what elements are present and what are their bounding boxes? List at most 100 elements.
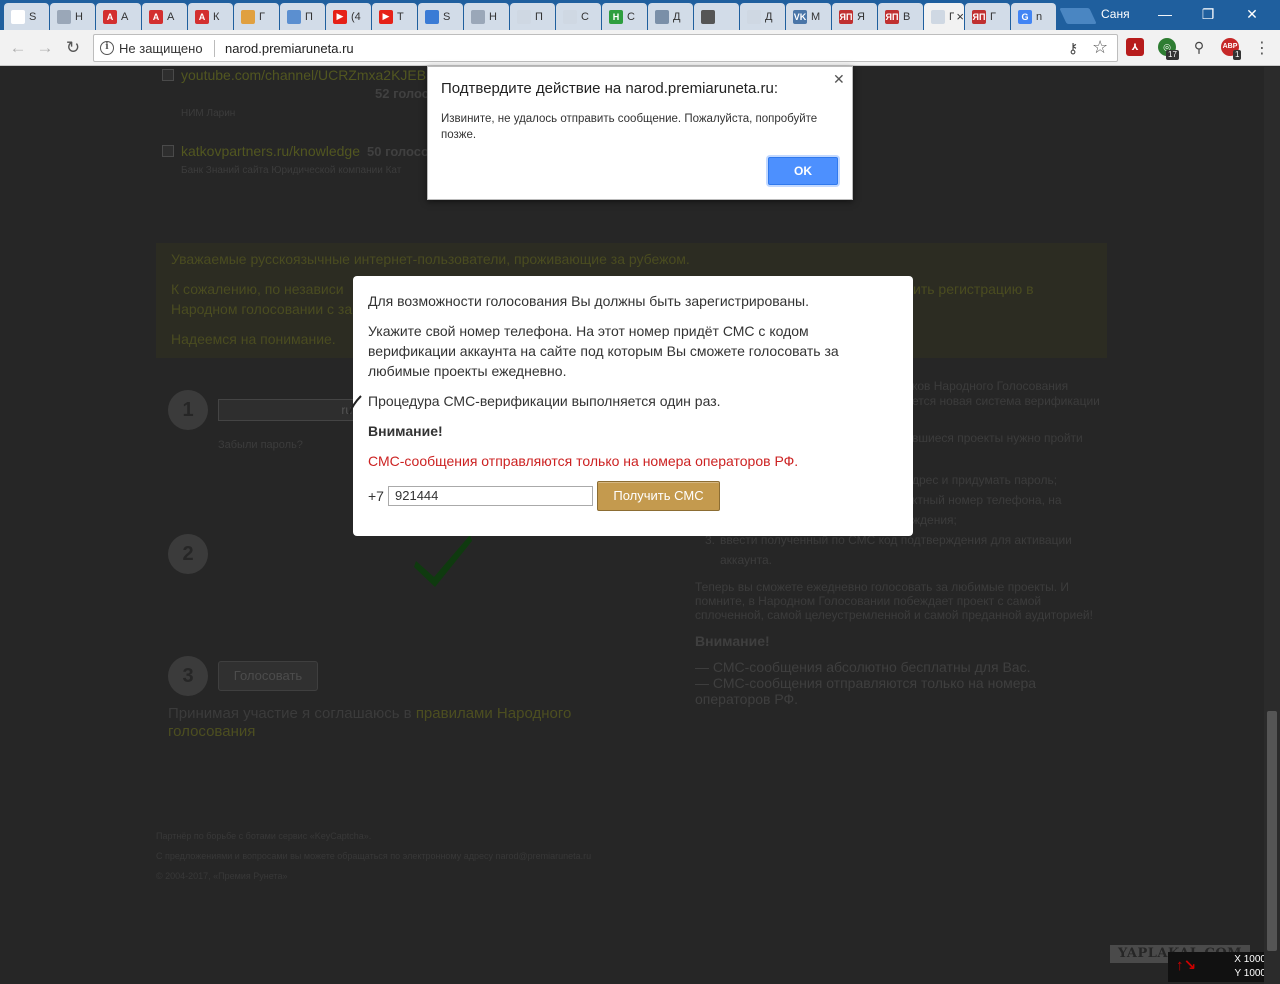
browser-tab[interactable]: VK М: [786, 3, 831, 30]
minimize-icon[interactable]: —: [1145, 3, 1185, 25]
tab-strip: S Н A А A А A К Г П ▶ (4 ▶ Т S Н П С Н С Д Д VK М ЯП Я ЯП В П × ЯП Г Gn …: [0, 0, 1280, 30]
forgot-password-link[interactable]: Забыли пароль?: [218, 439, 303, 451]
site-icon: [655, 9, 669, 24]
doc-icon: [11, 9, 25, 24]
project-desc: НИМ Ларин: [181, 108, 236, 119]
modal-instructions: Укажите свой номер телефона. На этот ном…: [368, 323, 839, 379]
adblock-badge: 1: [1233, 50, 1242, 60]
pin-extension-icon[interactable]: ⚲: [1190, 38, 1208, 56]
info-text: сплоченной, самой целеустремленной и сам…: [695, 608, 1093, 622]
tab-title: Г: [990, 10, 996, 23]
info-text: вшиеся проекты нужно пройти: [912, 431, 1083, 445]
security-label[interactable]: Не защищено: [119, 41, 203, 56]
address-bar[interactable]: i Не защищено narod.premiaruneta.ru ⚷ ☆: [93, 34, 1118, 62]
tab-title: С: [581, 10, 589, 23]
key-icon[interactable]: ⚷: [1068, 40, 1078, 57]
cursor-icon: ↑↘: [1176, 957, 1197, 974]
tab-title: А: [167, 10, 175, 23]
info-icon[interactable]: i: [100, 41, 114, 55]
url-text[interactable]: narod.premiaruneta.ru: [225, 41, 354, 56]
browser-tab[interactable]: AА: [142, 3, 187, 30]
project-votes: 50 голосо: [367, 144, 429, 159]
scroll-thumb[interactable]: [1267, 711, 1277, 951]
site-icon: ЯП: [972, 9, 986, 24]
back-icon[interactable]: ←: [6, 36, 30, 60]
info-text: аккаунта.: [720, 553, 772, 567]
vote-button[interactable]: Голосовать: [218, 661, 318, 691]
browser-tab[interactable]: ЯП В: [878, 3, 923, 30]
info-text: — СМС-сообщения абсолютно бесплатны для …: [695, 659, 1031, 675]
browser-tab[interactable]: НС: [602, 3, 647, 30]
youtube-icon: ▶: [379, 9, 393, 24]
browser-tab[interactable]: Д: [740, 3, 785, 30]
browser-tab[interactable]: Н: [50, 3, 95, 30]
login-input[interactable]: ru: [218, 399, 358, 421]
get-sms-button[interactable]: Получить СМС: [597, 481, 720, 511]
dialog-title: Подтвердите действие на narod.premiarune…: [441, 80, 778, 97]
browser-tab[interactable]: ▶ (4: [326, 3, 371, 30]
browser-tab[interactable]: П ×: [924, 3, 964, 30]
browser-tab[interactable]: S: [4, 3, 49, 30]
reload-icon[interactable]: ↻: [61, 36, 85, 60]
browser-tab[interactable]: Gn: [1011, 3, 1056, 30]
page-scrollbar[interactable]: [1264, 67, 1280, 984]
y-coordinate: Y 1000: [1234, 968, 1264, 979]
acrobat-icon: A: [195, 9, 209, 24]
extension-badge: 17: [1166, 50, 1179, 60]
profile-name[interactable]: Саня: [1101, 7, 1130, 21]
site-icon: [287, 9, 301, 24]
browser-toolbar: ← → ↻ i Не защищено narod.premiaruneta.r…: [0, 30, 1280, 66]
google-icon: G: [1018, 9, 1032, 24]
project-link[interactable]: youtube.com/channel/UCRZmxa2KJEB: [181, 67, 426, 83]
attention-heading: Внимание!: [695, 633, 770, 649]
site-icon: ЯП: [839, 9, 853, 24]
phone-input[interactable]: 921444: [388, 486, 593, 506]
ok-button[interactable]: OK: [768, 157, 838, 185]
acrobat-extension-icon[interactable]: ⅄: [1126, 38, 1144, 56]
tab-close-icon[interactable]: ×: [956, 9, 964, 24]
coordinate-readout: ↑↘ X 1000 Y 1000: [1168, 952, 1264, 982]
new-tab-button[interactable]: [1059, 8, 1097, 24]
tab-title: Д: [765, 10, 773, 23]
tab-title: S: [29, 10, 37, 23]
project-checkbox[interactable]: [162, 69, 174, 81]
info-text: дрес и придумать пароль;: [912, 473, 1058, 487]
browser-tab[interactable]: ЯП Я: [832, 3, 877, 30]
modal-attention: Внимание!: [368, 423, 443, 439]
bookmark-star-icon[interactable]: ☆: [1092, 37, 1108, 58]
browser-tab[interactable]: Г: [234, 3, 279, 30]
browser-tab[interactable]: С: [556, 3, 601, 30]
browser-tab[interactable]: ЯП Г: [965, 3, 1010, 30]
info-text: помните, в Народном Голосовании побеждае…: [695, 594, 1042, 608]
step-1-badge: 1: [168, 390, 208, 430]
browser-tab[interactable]: П: [280, 3, 325, 30]
browser-tab[interactable]: S: [418, 3, 463, 30]
browser-tab[interactable]: AК: [188, 3, 233, 30]
tab-title: Н: [489, 10, 497, 23]
close-icon[interactable]: ✕: [833, 71, 845, 88]
address-separator: [214, 40, 215, 57]
info-text: ктный номер телефона, на: [912, 493, 1062, 507]
doc-icon: [931, 9, 945, 24]
browser-tab[interactable]: AА: [96, 3, 141, 30]
tab-title: П: [949, 10, 955, 23]
acrobat-icon: A: [103, 9, 117, 24]
modal-once-note: Процедура СМС-верификации выполняется од…: [368, 393, 721, 409]
forward-icon[interactable]: →: [33, 36, 57, 60]
browser-tab[interactable]: Д: [648, 3, 693, 30]
browser-menu-icon[interactable]: ⋮: [1254, 38, 1270, 58]
browser-tab[interactable]: ▶ Т: [372, 3, 417, 30]
tab-title: n: [1036, 10, 1043, 23]
browser-tab[interactable]: П: [510, 3, 555, 30]
project-checkbox[interactable]: [162, 145, 174, 157]
restore-icon[interactable]: ❐: [1188, 3, 1228, 25]
dialog-message: Извините, не удалось отправить сообщение…: [441, 113, 818, 141]
browser-tab[interactable]: Н: [464, 3, 509, 30]
tab-title: Н: [75, 10, 83, 23]
tab-title: П: [305, 10, 313, 23]
window-close-icon[interactable]: ✕: [1232, 3, 1272, 25]
tab-title: S: [443, 10, 451, 23]
check-icon: [414, 535, 472, 587]
browser-tab[interactable]: [694, 3, 739, 30]
project-link[interactable]: katkovpartners.ru/knowledge: [181, 143, 360, 159]
